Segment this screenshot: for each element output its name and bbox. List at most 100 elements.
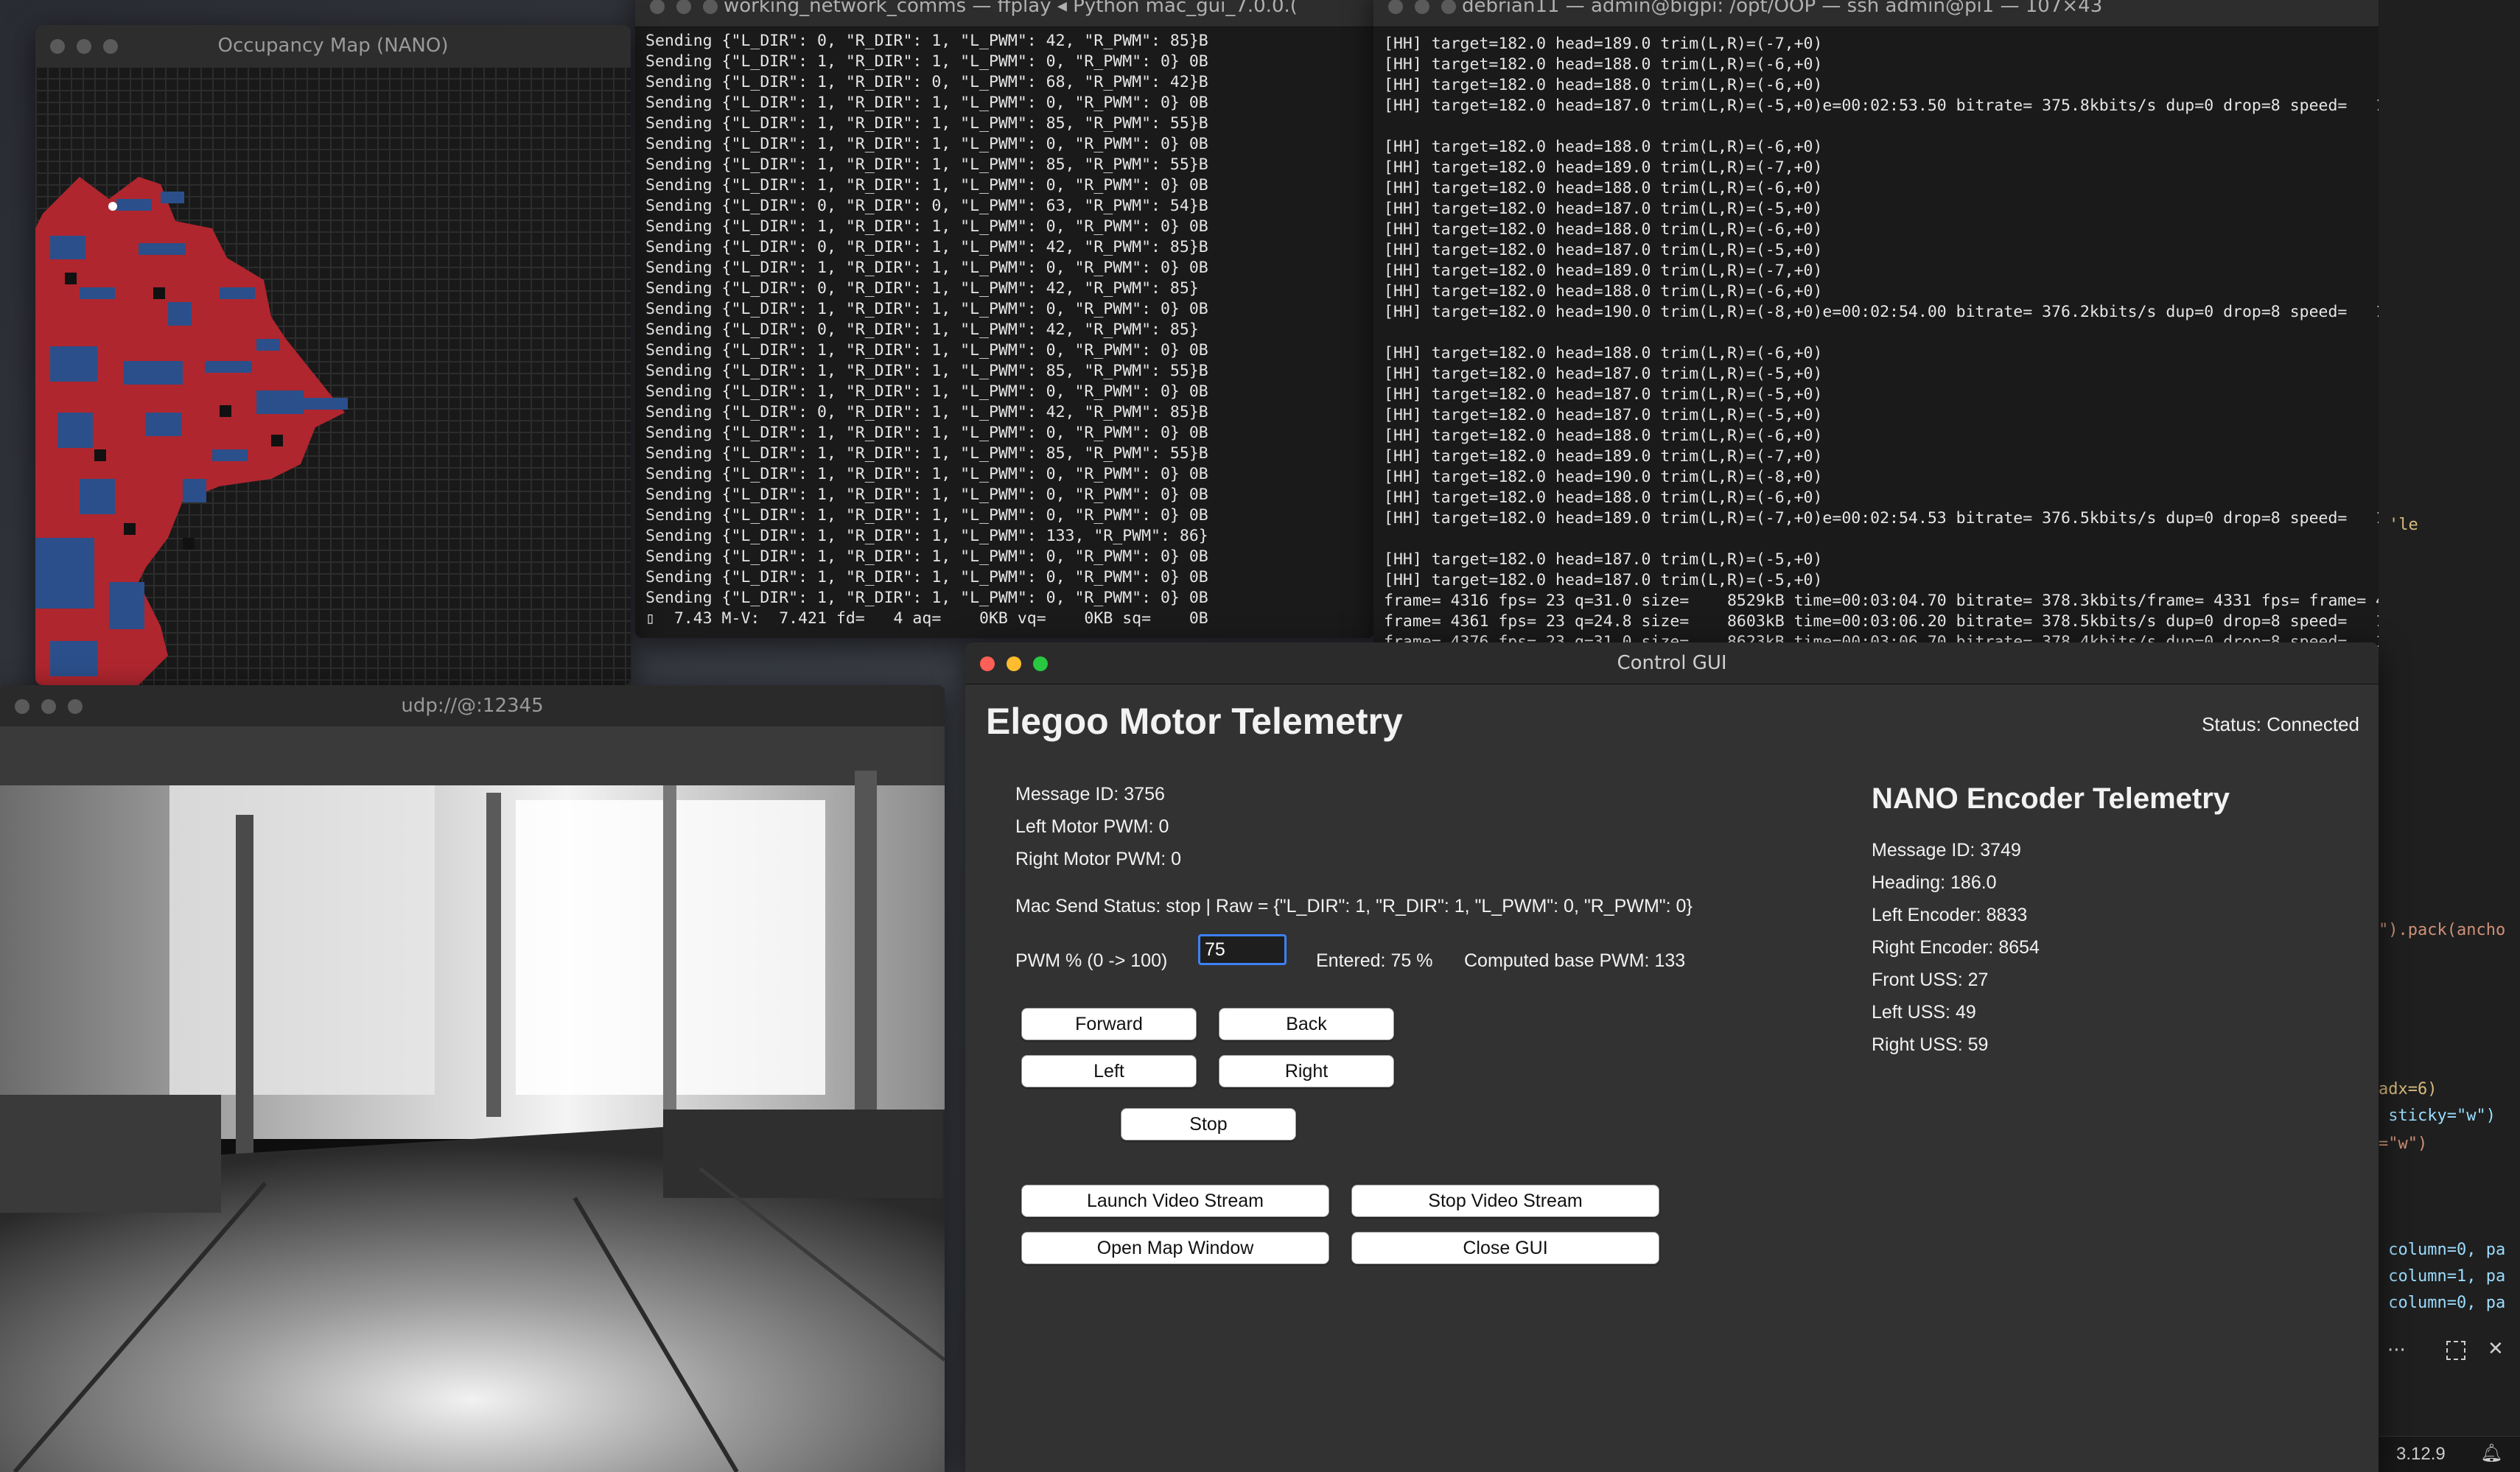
gui-titlebar[interactable]: Control GUI xyxy=(965,642,2379,684)
robot-position-marker xyxy=(108,202,117,211)
maximize-icon[interactable] xyxy=(2446,1341,2465,1360)
terminal-line: Sending {"L_DIR": 0, "R_DIR": 1, "L_PWM"… xyxy=(645,320,1199,339)
terminal-line: [HH] target=182.0 head=190.0 trim(L,R)=(… xyxy=(1384,303,2395,321)
terminal-line: [HH] target=182.0 head=187.0 trim(L,R)=(… xyxy=(1384,385,1823,404)
stop-button[interactable]: Stop xyxy=(1121,1108,1296,1140)
occupancy-map-window[interactable]: Occupancy Map (NANO) xyxy=(35,25,631,685)
terminal-line: Sending {"L_DIR": 1, "R_DIR": 1, "L_PWM"… xyxy=(645,382,1208,401)
code-snippet: sticky="w") xyxy=(2379,1107,2496,1125)
terminal-line: [HH] target=182.0 head=189.0 trim(L,R)=(… xyxy=(1384,447,1823,466)
left-button[interactable]: Left xyxy=(1021,1055,1197,1087)
stop-video-stream-button[interactable]: Stop Video Stream xyxy=(1351,1185,1659,1217)
code-snippet: column=1, pa xyxy=(2379,1267,2506,1286)
window-title: working_network_comms — ffplay ◂ Python … xyxy=(724,0,1298,17)
terminal-line: Sending {"L_DIR": 1, "R_DIR": 1, "L_PWM"… xyxy=(645,176,1208,194)
code-snippet: ").pack(ancho xyxy=(2379,921,2506,939)
code-snippet: 'le xyxy=(2389,516,2418,534)
terminal-line: [HH] target=182.0 head=188.0 trim(L,R)=(… xyxy=(1384,179,1823,197)
control-gui-window[interactable]: Control GUI Elegoo Motor Telemetry Statu… xyxy=(965,642,2379,1472)
terminal-line: Sending {"L_DIR": 1, "R_DIR": 1, "L_PWM"… xyxy=(645,217,1208,236)
launch-video-stream-button[interactable]: Launch Video Stream xyxy=(1021,1185,1329,1217)
terminal-window-ssh[interactable]: debrian11 — admin@bigpi: /opt/OOP — ssh … xyxy=(1373,0,2491,653)
code-snippet: column=0, pa xyxy=(2379,1294,2506,1312)
terminal-line: Sending {"L_DIR": 0, "R_DIR": 1, "L_PWM"… xyxy=(645,279,1199,298)
code-snippet: adx=6) xyxy=(2379,1080,2437,1098)
terminal-line: Sending {"L_DIR": 0, "R_DIR": 1, "L_PWM"… xyxy=(645,238,1208,256)
terminal-line: Sending {"L_DIR": 1, "R_DIR": 1, "L_PWM"… xyxy=(645,341,1208,360)
terminal-line: Sending {"L_DIR": 1, "R_DIR": 1, "L_PWM"… xyxy=(645,527,1208,545)
nano-telemetry-heading: NANO Encoder Telemetry xyxy=(1872,782,2230,815)
terminal-line: [HH] target=182.0 head=188.0 trim(L,R)=(… xyxy=(1384,282,1823,301)
terminal-line: Sending {"L_DIR": 0, "R_DIR": 1, "L_PWM"… xyxy=(645,403,1208,421)
back-button[interactable]: Back xyxy=(1219,1008,1394,1040)
terminal-window-ffplay[interactable]: working_network_comms — ffplay ◂ Python … xyxy=(635,0,1375,638)
terminal-line: Sending {"L_DIR": 1, "R_DIR": 1, "L_PWM"… xyxy=(645,362,1208,380)
right-button[interactable]: Right xyxy=(1219,1055,1394,1087)
terminal-line: Sending {"L_DIR": 1, "R_DIR": 1, "L_PWM"… xyxy=(645,465,1208,483)
terminal-line: Sending {"L_DIR": 1, "R_DIR": 1, "L_PWM"… xyxy=(645,135,1208,153)
close-icon[interactable]: ✕ xyxy=(2488,1338,2504,1360)
terminal-line: [HH] target=182.0 head=187.0 trim(L,R)=(… xyxy=(1384,241,1823,259)
video-stream-window[interactable]: udp://@:12345 xyxy=(0,685,945,1472)
window-title: Control GUI xyxy=(1617,652,1727,674)
occupancy-map-canvas xyxy=(35,177,348,685)
terminal-line: [HH] target=182.0 head=187.0 trim(L,R)=(… xyxy=(1384,550,1823,569)
terminal-line: frame= 4316 fps= 23 q=31.0 size= 8529kB … xyxy=(1384,592,2405,610)
left-encoder-label: Left Encoder: 8833 xyxy=(1872,905,2028,925)
camera-feed-image xyxy=(0,726,945,1472)
panel-toolbar: ··· ✕ xyxy=(2387,1338,2520,1369)
status-label: Status: Connected xyxy=(2202,713,2359,735)
terminal-line: Sending {"L_DIR": 1, "R_DIR": 0, "L_PWM"… xyxy=(645,73,1208,91)
nano-message-id-label: Message ID: 3749 xyxy=(1872,840,2021,861)
send-status-label: Mac Send Status: stop | Raw = {"L_DIR": … xyxy=(1015,896,1693,917)
terminal-line: [HH] target=182.0 head=188.0 trim(L,R)=(… xyxy=(1384,344,1823,362)
terminal-line: [HH] target=182.0 head=187.0 trim(L,R)=(… xyxy=(1384,97,2395,115)
open-map-window-button[interactable]: Open Map Window xyxy=(1021,1232,1329,1264)
front-uss-label: Front USS: 27 xyxy=(1872,970,1989,990)
message-id-label: Message ID: 3756 xyxy=(1015,784,1165,805)
code-editor-strip[interactable]: 'le ").pack(ancho adx=6) sticky="w") ="w… xyxy=(2379,0,2520,1472)
terminal-line: [HH] target=182.0 head=188.0 trim(L,R)=(… xyxy=(1384,55,1823,74)
window-title: debrian11 — admin@bigpi: /opt/OOP — ssh … xyxy=(1462,0,2103,17)
gui-body: Elegoo Motor Telemetry Status: Connected… xyxy=(965,684,2379,1472)
code-snippet: column=0, pa xyxy=(2379,1241,2506,1259)
terminal-line: Sending {"L_DIR": 1, "R_DIR": 1, "L_PWM"… xyxy=(645,547,1208,566)
terminal-line: [HH] target=182.0 head=189.0 trim(L,R)=(… xyxy=(1384,158,1823,177)
terminal-line: [HH] target=182.0 head=188.0 trim(L,R)=(… xyxy=(1384,488,1823,507)
video-titlebar[interactable]: udp://@:12345 xyxy=(0,685,945,727)
terminal-line: Sending {"L_DIR": 1, "R_DIR": 1, "L_PWM"… xyxy=(645,300,1208,318)
terminal-line: [HH] target=182.0 head=189.0 trim(L,R)=(… xyxy=(1384,509,2395,528)
terminal-line: [HH] target=182.0 head=188.0 trim(L,R)=(… xyxy=(1384,76,1823,94)
more-icon[interactable]: ··· xyxy=(2387,1339,2406,1361)
terminal-line: [HH] target=182.0 head=189.0 trim(L,R)=(… xyxy=(1384,262,1823,280)
terminal-output: Sending {"L_DIR": 0, "R_DIR": 1, "L_PWM"… xyxy=(635,27,1375,638)
terminal-line: [HH] target=182.0 head=187.0 trim(L,R)=(… xyxy=(1384,571,1823,589)
close-gui-button[interactable]: Close GUI xyxy=(1351,1232,1659,1264)
terminal-titlebar[interactable]: working_network_comms — ffplay ◂ Python … xyxy=(635,0,1375,27)
terminal-line: Sending {"L_DIR": 0, "R_DIR": 1, "L_PWM"… xyxy=(645,32,1208,50)
forward-button[interactable]: Forward xyxy=(1021,1008,1197,1040)
occupancy-grid xyxy=(35,66,631,685)
terminal-line: [HH] target=182.0 head=187.0 trim(L,R)=(… xyxy=(1384,365,1823,383)
terminal-line: Sending {"L_DIR": 1, "R_DIR": 1, "L_PWM"… xyxy=(645,114,1208,133)
left-pwm-label: Left Motor PWM: 0 xyxy=(1015,816,1169,837)
terminal-titlebar[interactable]: debrian11 — admin@bigpi: /opt/OOP — ssh … xyxy=(1373,0,2491,27)
heading-label: Heading: 186.0 xyxy=(1872,872,1997,893)
page-title: Elegoo Motor Telemetry xyxy=(986,701,1403,742)
left-uss-label: Left USS: 49 xyxy=(1872,1002,1976,1023)
map-titlebar[interactable]: Occupancy Map (NANO) xyxy=(35,25,631,67)
bell-icon[interactable]: 🔔︎ xyxy=(2480,1443,2502,1463)
code-snippet: ="w") xyxy=(2379,1135,2428,1153)
window-title: udp://@:12345 xyxy=(401,695,544,717)
python-version[interactable]: 3.12.9 xyxy=(2396,1444,2446,1465)
window-title: Occupancy Map (NANO) xyxy=(217,35,449,57)
pwm-percent-input[interactable] xyxy=(1198,934,1287,965)
pwm-percent-label: PWM % (0 -> 100) xyxy=(1015,950,1168,971)
terminal-line: [HH] target=182.0 head=189.0 trim(L,R)=(… xyxy=(1384,35,1823,53)
terminal-line: Sending {"L_DIR": 1, "R_DIR": 1, "L_PWM"… xyxy=(645,486,1208,504)
right-pwm-label: Right Motor PWM: 0 xyxy=(1015,849,1182,869)
status-bar: 3.12.9 🔔︎ xyxy=(2379,1436,2520,1472)
terminal-line: Sending {"L_DIR": 1, "R_DIR": 1, "L_PWM"… xyxy=(645,259,1208,277)
